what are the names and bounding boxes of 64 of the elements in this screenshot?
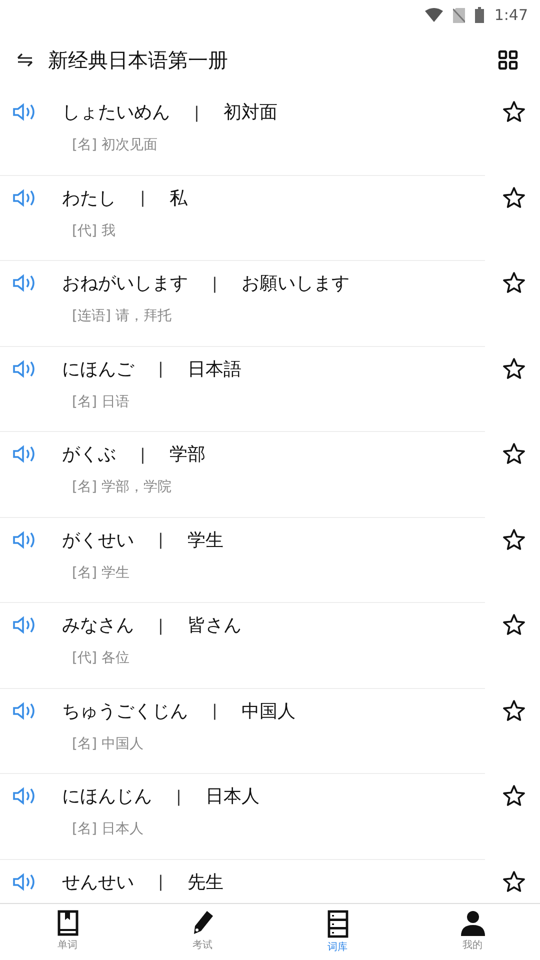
word-kanji: 皆さん: [187, 614, 242, 637]
nav-tab[interactable]: 考试: [135, 904, 270, 960]
star-icon[interactable]: [502, 613, 526, 637]
word-meaning: [名] 初次见面: [71, 136, 158, 154]
star-icon[interactable]: [502, 528, 526, 552]
star-icon[interactable]: [502, 784, 526, 808]
star-icon[interactable]: [502, 271, 526, 295]
word-kanji: お願いします: [241, 272, 350, 295]
word-kanji: 先生: [187, 870, 224, 894]
word-reading: がくぶ: [62, 443, 116, 466]
word-kanji: 初対面: [223, 101, 278, 124]
wifi-icon: [425, 8, 444, 22]
word-reading: がくせい: [62, 528, 134, 552]
word-meaning: [名] 中国人: [71, 734, 144, 752]
status-time: 1:47: [494, 6, 528, 24]
star-icon[interactable]: [502, 100, 526, 124]
cabinet-icon: [326, 910, 348, 938]
separator-text: |: [158, 872, 164, 891]
pencil-icon: [192, 910, 214, 936]
word-meaning: [代] 各位: [71, 649, 130, 667]
separator-text: |: [158, 530, 164, 549]
word-reading: にほんじん: [62, 785, 152, 808]
book-icon: [56, 910, 78, 936]
star-icon[interactable]: [502, 442, 526, 466]
battery-icon: [475, 7, 484, 23]
grid-icon[interactable]: [498, 50, 518, 70]
word-meaning: [名] 学生: [71, 564, 130, 582]
word-meaning: [名] 日本人: [71, 820, 144, 838]
star-icon[interactable]: [502, 356, 526, 380]
word-kanji: 私: [169, 186, 188, 210]
word-kanji: 中国人: [241, 700, 296, 722]
separator-text: |: [176, 786, 182, 806]
separator-text: |: [140, 444, 146, 464]
nav-tab[interactable]: 词库: [270, 904, 405, 960]
word-kanji: 日本語: [187, 358, 242, 380]
word-reading: しょたいめん: [62, 101, 170, 124]
person-icon: [460, 910, 486, 936]
separator-text: |: [212, 701, 218, 720]
word-reading: せんせい: [62, 870, 134, 894]
word-kanji: 学生: [187, 528, 224, 552]
word-reading: にほんご: [62, 358, 134, 380]
word-meaning: [名] 学部，学院: [71, 478, 172, 496]
swap-icon[interactable]: [16, 53, 34, 67]
word-kanji: 学部: [169, 443, 206, 466]
separator-text: |: [140, 188, 146, 207]
separator-text: |: [212, 274, 218, 292]
star-icon[interactable]: [502, 870, 526, 894]
separator-text: |: [194, 102, 200, 122]
word-meaning: [连语] 请，拜托: [71, 307, 172, 325]
word-kanji: 日本人: [205, 785, 260, 808]
star-icon[interactable]: [502, 186, 526, 210]
nav-tab[interactable]: 单词: [0, 904, 135, 960]
word-reading: わたし: [62, 186, 116, 210]
star-icon[interactable]: [502, 698, 526, 722]
word-reading: ちゅうごくじん: [62, 700, 188, 722]
no-sim-icon: [453, 8, 466, 22]
separator-text: |: [158, 359, 164, 378]
nav-tab[interactable]: 我的: [405, 904, 540, 960]
word-meaning: [代] 我: [71, 222, 116, 240]
word-reading: おねがいします: [62, 272, 188, 295]
word-reading: みなさん: [62, 614, 134, 637]
word-meaning: [名] 日语: [71, 392, 130, 410]
separator-text: |: [158, 616, 164, 634]
page-title: 新经典日本语第一册: [48, 46, 229, 74]
